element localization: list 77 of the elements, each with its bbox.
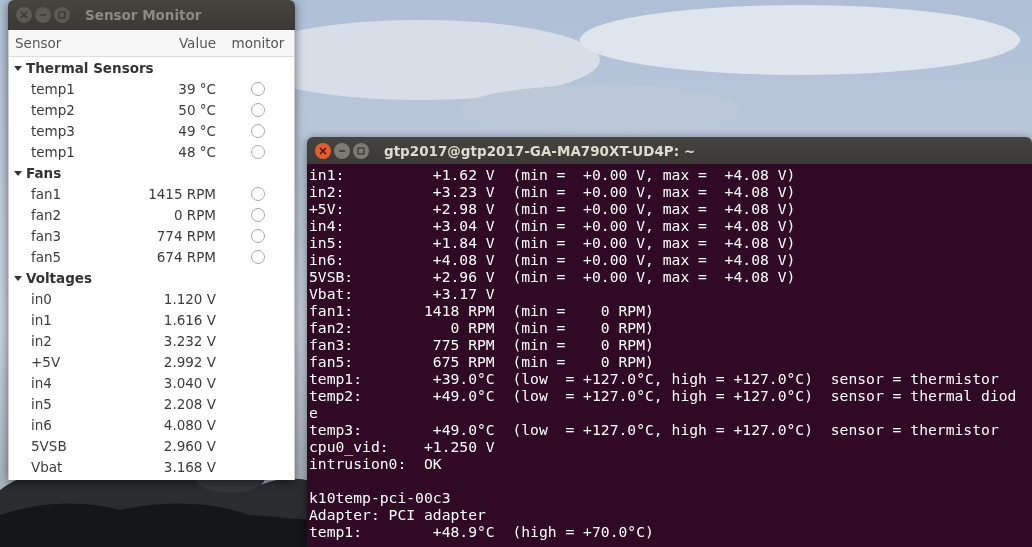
group-label: Voltages — [26, 269, 93, 286]
sensor-name: in4 — [30, 374, 53, 391]
sensor-name: in5 — [30, 395, 53, 412]
sensor-name: fan3 — [30, 227, 63, 244]
terminal-line: temp2: +49.0°C (low = +127.0°C, high = +127.0°C) sensor = thermal diod — [309, 387, 1018, 404]
terminal-line: k10temp-pci-00c3 — [309, 489, 452, 506]
sensor-name: in2 — [30, 332, 53, 349]
column-header[interactable]: Value — [142, 35, 222, 51]
sensor-value: 39 °C — [177, 80, 217, 97]
sensor-name: in6 — [30, 416, 53, 433]
sensor-name: fan5 — [30, 248, 63, 265]
sensor-value: 49 °C — [177, 122, 217, 139]
monitor-radio[interactable] — [251, 102, 265, 117]
sensor-name: in0 — [30, 290, 53, 307]
sensor-name: temp1 — [30, 80, 76, 97]
sensor-name: temp1 — [30, 143, 76, 160]
close-icon[interactable] — [315, 142, 331, 159]
column-header[interactable]: Sensor — [9, 35, 142, 51]
terminal-line: Vbat: +3.17 V — [309, 285, 496, 302]
group-label: Fans — [26, 164, 62, 181]
sensor-value: 1.616 V — [162, 311, 217, 328]
window-title: Sensor Monitor — [85, 7, 202, 23]
sensor-name: 5VSB — [30, 437, 68, 454]
monitor-radio[interactable] — [251, 249, 265, 264]
terminal-line: temp1: +48.9°C (high = +70.0°C) — [309, 523, 655, 540]
sensor-value: 50 °C — [177, 101, 217, 118]
sensor-name: Vbat — [30, 458, 64, 475]
sensor-value: 674 RPM — [155, 248, 217, 265]
terminal-line: e — [309, 404, 319, 421]
minimize-icon[interactable] — [35, 7, 51, 23]
sensor-value: 4.080 V — [162, 416, 217, 433]
sensor-value: 2.208 V — [162, 395, 217, 412]
terminal-line: intrusion0: OK — [309, 455, 443, 472]
terminal-line: +5V: +2.98 V (min = +0.00 V, max = +4.08 V) — [309, 200, 797, 217]
monitor-radio[interactable] — [251, 123, 265, 138]
monitor-radio[interactable] — [251, 144, 265, 159]
sensor-value: 3.040 V — [162, 374, 217, 391]
sensor-name: +5V — [30, 353, 62, 370]
maximize-icon[interactable] — [353, 142, 369, 159]
sensor-value: 48 °C — [177, 143, 217, 160]
terminal-line: fan5: 675 RPM (min = 0 RPM) — [309, 353, 655, 370]
sensor-name: temp3 — [30, 122, 76, 139]
terminal-line: Adapter: PCI adapter — [309, 506, 487, 523]
terminal-line: in1: +1.62 V (min = +0.00 V, max = +4.08 V) — [309, 166, 797, 183]
maximize-icon[interactable] — [54, 7, 70, 23]
terminal-line: temp1: +39.0°C (low = +127.0°C, high = +127.0°C) sensor = thermistor — [309, 370, 1000, 387]
window-title: gtp2017@gtp2017-GA-MA790XT-UD4P: ~ — [384, 142, 696, 159]
terminal-line: fan2: 0 RPM (min = 0 RPM) — [309, 319, 655, 336]
monitor-radio[interactable] — [251, 207, 265, 222]
title-bar[interactable]: gtp2017@gtp2017-GA-MA790XT-UD4P: ~ — [307, 137, 1032, 164]
minimize-icon[interactable] — [334, 142, 350, 159]
terminal-line: fan1: 1418 RPM (min = 0 RPM) — [309, 302, 655, 319]
terminal-line: in5: +1.84 V (min = +0.00 V, max = +4.08 V) — [309, 234, 797, 251]
monitor-radio[interactable] — [251, 81, 265, 96]
column-header[interactable]: monitor — [222, 35, 294, 51]
sensor-name: fan1 — [30, 185, 63, 202]
sensor-value: 2.992 V — [162, 353, 217, 370]
terminal-line: cpu0_vid: +1.250 V — [309, 438, 496, 455]
terminal-line: 5VSB: +2.96 V (min = +0.00 V, max = +4.08 V) — [309, 268, 797, 285]
terminal-line: fan3: 775 RPM (min = 0 RPM) — [309, 336, 655, 353]
sensor-value: 774 RPM — [155, 227, 217, 244]
sensor-value: 1.120 V — [162, 290, 217, 307]
sensor-value: 3.168 V — [162, 458, 217, 475]
terminal-line: in4: +3.04 V (min = +0.00 V, max = +4.08 V) — [309, 217, 797, 234]
sensor-value: 2.960 V — [162, 437, 217, 454]
terminal-line: in6: +4.08 V (min = +0.00 V, max = +4.08 V) — [309, 251, 797, 268]
sensor-name: temp2 — [30, 101, 76, 118]
monitor-radio[interactable] — [251, 228, 265, 243]
sensor-name: in1 — [30, 311, 53, 328]
sensor-value: 0 RPM — [172, 206, 217, 223]
monitor-radio[interactable] — [251, 186, 265, 201]
sensor-name: fan2 — [30, 206, 63, 223]
terminal-line: in2: +3.23 V (min = +0.00 V, max = +4.08 V) — [309, 183, 797, 200]
terminal-line: temp3: +49.0°C (low = +127.0°C, high = +127.0°C) sensor = thermistor — [309, 421, 1000, 438]
sensor-value: 1415 RPM — [147, 185, 217, 202]
sensor-value: 3.232 V — [162, 332, 217, 349]
group-label: Thermal Sensors — [26, 59, 154, 76]
